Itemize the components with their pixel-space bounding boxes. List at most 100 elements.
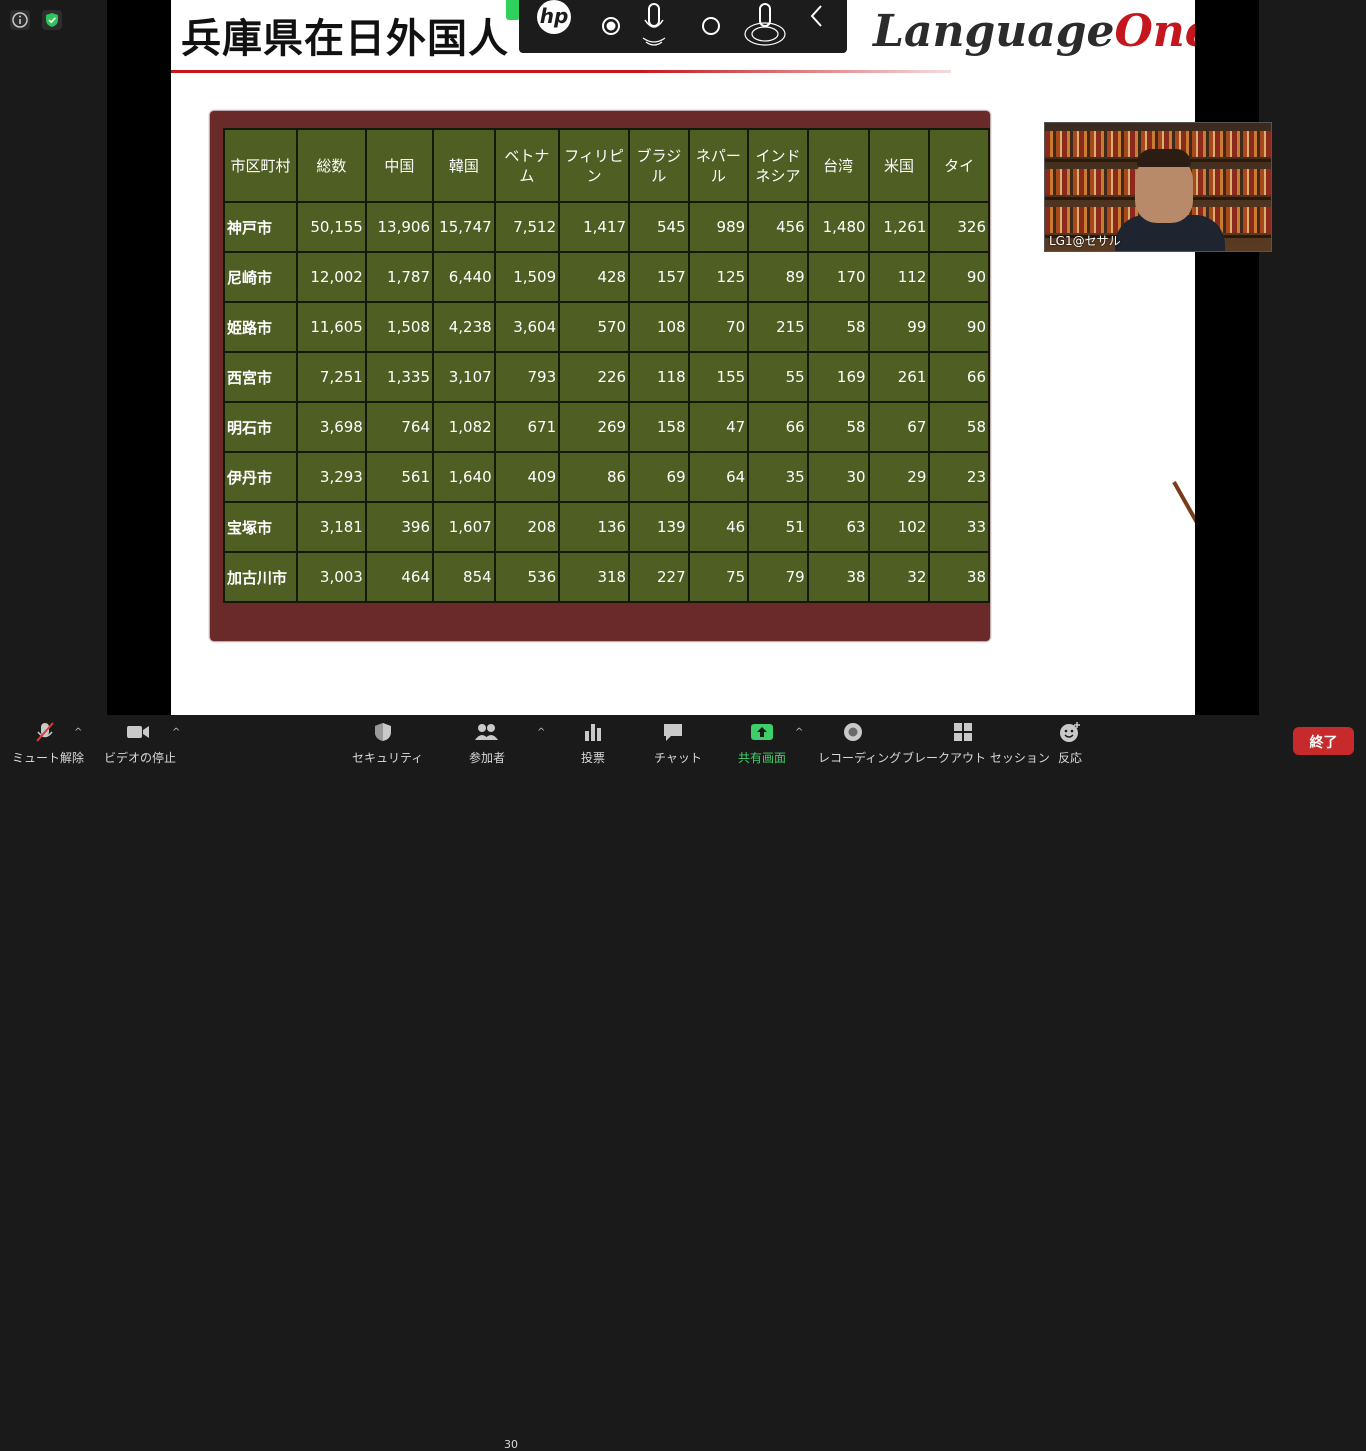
participants-button[interactable]: 参加者 [462, 721, 512, 766]
count-cell: 13,906 [364, 201, 435, 253]
table-header-cell: 台湾 [806, 128, 870, 203]
count-cell: 125 [687, 251, 750, 303]
count-cell: 102 [867, 501, 931, 553]
table-row: 神戸市 50,155 13,906 15,747 7,512 1,417 545 989 456… [223, 201, 990, 253]
breakout-grid-icon [954, 723, 972, 741]
table-header-cell: 総数 [295, 128, 367, 203]
count-cell: 136 [558, 501, 631, 553]
circle-icon[interactable] [701, 16, 721, 36]
count-cell: 89 [747, 251, 809, 303]
hp-logo: hp [537, 0, 571, 34]
slide-title: 兵庫県在日外国人 [181, 16, 509, 62]
share-screen-icon [751, 724, 773, 740]
table-row: 加古川市 3,003 464 854 536 318 227 75 79 38 32 38 [223, 551, 990, 603]
count-cell: 1,261 [867, 201, 931, 253]
count-cell: 6,440 [432, 251, 496, 303]
city-name-cell: 姫路市 [223, 301, 298, 353]
table-header-cell: 市区町村 [223, 128, 298, 203]
participants-count: 30 [504, 1438, 518, 1451]
table-row: 尼崎市 12,002 1,787 6,440 1,509 428 157 125 89 170 11… [223, 251, 990, 303]
shield-icon [375, 723, 391, 741]
count-cell: 12,002 [295, 251, 367, 303]
city-name-cell: 加古川市 [223, 551, 298, 603]
participant-video-thumbnail[interactable]: LG1@セサル [1044, 122, 1272, 252]
encryption-shield-icon[interactable] [42, 10, 62, 30]
count-cell: 158 [628, 401, 690, 453]
record-dot-icon[interactable] [601, 16, 621, 36]
count-cell: 561 [364, 451, 435, 503]
count-cell: 409 [493, 451, 561, 503]
title-underline [171, 70, 951, 73]
end-meeting-button[interactable]: 終了 [1293, 727, 1354, 755]
count-cell: 58 [806, 301, 870, 353]
count-cell: 318 [558, 551, 631, 603]
count-cell: 3,698 [295, 401, 367, 453]
unmute-button[interactable]: ミュート解除 [12, 721, 84, 766]
count-cell: 269 [558, 401, 631, 453]
count-cell: 58 [806, 401, 870, 453]
table-header-cell: 米国 [867, 128, 931, 203]
count-cell: 3,293 [295, 451, 367, 503]
count-cell: 464 [364, 551, 435, 603]
language-one-logo: LanguageOne [873, 6, 1195, 57]
security-button[interactable]: セキュリティ [352, 721, 423, 766]
presentation-slide: 兵庫県在日外国人 LanguageOne 市区町村総数中国韓国ベトナムフィリピン… [171, 0, 1195, 715]
share-screen-button[interactable]: 共有画面 [736, 721, 788, 766]
count-cell: 3,003 [295, 551, 367, 603]
count-cell: 854 [432, 551, 496, 603]
count-cell: 227 [628, 551, 690, 603]
count-cell: 396 [364, 501, 435, 553]
count-cell: 1,640 [432, 451, 496, 503]
annotation-indicator [506, 0, 520, 20]
video-options-caret[interactable]: ^ [172, 727, 180, 738]
smiley-plus-icon [1060, 722, 1080, 742]
microphone-icon[interactable] [639, 2, 669, 48]
count-cell: 55 [747, 351, 809, 403]
count-cell: 29 [867, 451, 931, 503]
count-cell: 66 [747, 401, 809, 453]
count-cell: 108 [628, 301, 690, 353]
participants-options-caret[interactable]: ^ [537, 727, 545, 738]
count-cell: 70 [687, 301, 750, 353]
count-cell: 118 [628, 351, 690, 403]
reactions-button[interactable]: 反応 [1056, 721, 1084, 766]
count-cell: 7,251 [295, 351, 367, 403]
chevron-left-icon[interactable] [809, 4, 825, 28]
share-options-caret[interactable]: ^ [795, 727, 803, 738]
bar-chart-icon [585, 724, 601, 741]
count-cell: 1,509 [493, 251, 561, 303]
count-cell: 3,107 [432, 351, 496, 403]
participant-hair [1137, 149, 1191, 167]
microphone-active-icon[interactable] [743, 2, 787, 48]
meeting-toolbar: ミュート解除 ^ ビデオの停止 ^ セキュリティ 参加者 30 ^ 投票 チャッ… [0, 715, 1366, 1451]
count-cell: 1,417 [558, 201, 631, 253]
count-cell: 47 [687, 401, 750, 453]
count-cell: 3,604 [493, 301, 561, 353]
count-cell: 7,512 [493, 201, 561, 253]
meeting-info-icon[interactable] [10, 10, 30, 30]
count-cell: 215 [747, 301, 809, 353]
count-cell: 155 [687, 351, 750, 403]
count-cell: 99 [867, 301, 931, 353]
table-header-cell: ベトナム [493, 128, 561, 203]
chat-button[interactable]: チャット [654, 721, 702, 766]
city-name-cell: 宝塚市 [223, 501, 298, 553]
count-cell: 67 [867, 401, 931, 453]
audio-options-caret[interactable]: ^ [74, 727, 82, 738]
stop-video-button[interactable]: ビデオの停止 [104, 721, 176, 766]
count-cell: 536 [493, 551, 561, 603]
polls-button[interactable]: 投票 [578, 721, 608, 766]
count-cell: 226 [558, 351, 631, 403]
count-cell: 30 [806, 451, 870, 503]
record-icon [844, 723, 862, 741]
count-cell: 38 [928, 551, 990, 603]
record-button[interactable]: レコーディング [818, 721, 901, 766]
count-cell: 793 [493, 351, 561, 403]
count-cell: 456 [747, 201, 809, 253]
count-cell: 15,747 [432, 201, 496, 253]
breakout-rooms-button[interactable]: ブレークアウト セッション [902, 721, 1050, 766]
count-cell: 671 [493, 401, 561, 453]
count-cell: 69 [628, 451, 690, 503]
chat-bubble-icon [664, 724, 682, 741]
count-cell: 46 [687, 501, 750, 553]
